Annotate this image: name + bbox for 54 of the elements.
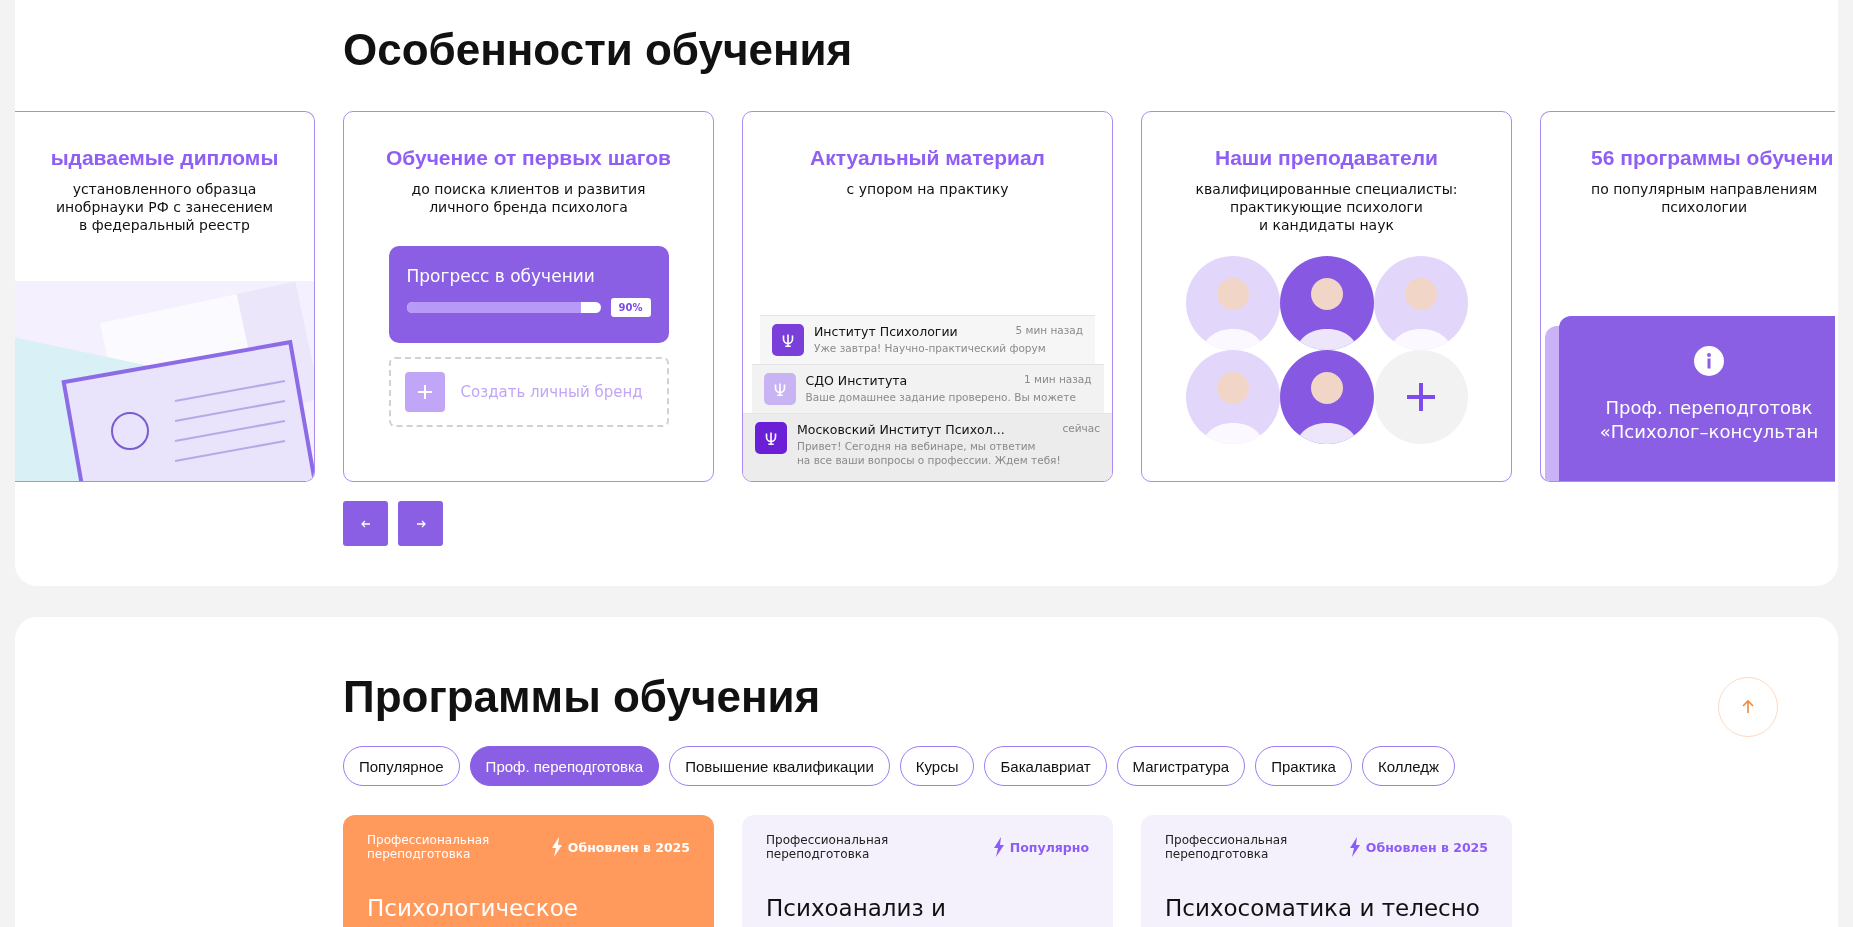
filter-tab[interactable]: Бакалавриат bbox=[984, 746, 1107, 786]
card-title: Обучение от первых шагов bbox=[385, 146, 672, 170]
filter-tab[interactable]: Магистратура bbox=[1116, 746, 1246, 786]
card-title: Актуальный материал bbox=[810, 146, 1045, 170]
lightning-icon bbox=[1348, 837, 1361, 857]
filter-tab[interactable]: Повышение квалификации bbox=[669, 746, 890, 786]
notification-time: 5 мин назад bbox=[1015, 324, 1083, 338]
section-heading: Программы обучения bbox=[343, 671, 821, 723]
info-icon bbox=[1694, 346, 1724, 376]
notification-message: Уже завтра! Научно-практический форум bbox=[814, 341, 1047, 355]
notification-message: Привет! Сегодня на вебинаре, мы ответим на все ваши вопросы о профессии. Ждем тебя! bbox=[797, 439, 1062, 467]
course-highlight-label: Обновлен в 2025 bbox=[550, 837, 690, 857]
card-title: 56 программы обучени bbox=[1591, 146, 1834, 170]
notification-message: Ваше домашнее задание проверено. Вы можете bbox=[805, 390, 1077, 404]
previous-button[interactable] bbox=[343, 501, 388, 546]
progress-label: Прогресс в обучении bbox=[406, 266, 596, 286]
notification-time: 1 мин назад bbox=[1023, 373, 1092, 387]
arrow-up-icon bbox=[1740, 699, 1756, 715]
course-title: Психоанализ и bbox=[766, 895, 947, 921]
course-card[interactable]: Профессиональная переподготовка Обновлен в 2025 Психосоматика и телесно bbox=[1141, 815, 1512, 927]
banner-text: Проф. переподготовк «Психолог–консультан bbox=[1599, 396, 1819, 444]
lightning-icon bbox=[550, 837, 563, 857]
filter-tab[interactable]: Практика bbox=[1255, 746, 1352, 786]
card-subtitle: квалифицированные специалисты: практикующие психологи и кандидаты наук bbox=[1195, 180, 1458, 234]
lightning-icon bbox=[992, 837, 1005, 857]
notification-sender: СДО Института bbox=[805, 373, 908, 388]
card-subtitle: с упором на практику bbox=[846, 180, 1009, 198]
progress-percent: 90% bbox=[610, 298, 651, 317]
course-category: Профессиональная переподготовка bbox=[766, 833, 890, 861]
card-title: ыдаваемые дипломы bbox=[50, 146, 279, 170]
course-card[interactable]: Профессиональная переподготовка Популярно Психоанализ и bbox=[742, 815, 1113, 927]
filter-tab[interactable]: Популярное bbox=[343, 746, 460, 786]
card-subtitle: по популярным направлениям психологии bbox=[1591, 180, 1818, 216]
card-subtitle: установленного образца инобрнауки РФ с занесением в федеральный реестр bbox=[56, 180, 273, 234]
notification-time: сейчас bbox=[1062, 422, 1100, 436]
app-icon bbox=[772, 324, 804, 356]
card-subtitle: до поиска клиентов и развития личного бренда психолога bbox=[411, 180, 646, 216]
course-category: Профессиональная переподготовка bbox=[1165, 833, 1289, 861]
filter-tab[interactable]: Проф. переподготовка bbox=[469, 746, 660, 786]
plus-icon bbox=[404, 372, 445, 412]
section-heading: Особенности обучения bbox=[343, 24, 854, 76]
course-title: Психосоматика и телесно bbox=[1165, 895, 1481, 921]
notification-sender: Институт Психологии bbox=[814, 324, 958, 339]
app-icon bbox=[763, 373, 796, 405]
course-title: Психологическое bbox=[367, 895, 579, 921]
next-button[interactable] bbox=[398, 501, 443, 546]
filter-tab[interactable]: Колледж bbox=[1361, 746, 1455, 786]
filter-tab[interactable]: Курсы bbox=[899, 746, 975, 786]
course-highlight-label: Популярно bbox=[992, 837, 1089, 857]
notification-sender: Московский Институт Психол... bbox=[797, 422, 1005, 437]
course-highlight-label: Обновлен в 2025 bbox=[1348, 837, 1488, 857]
card-title: Наши преподаватели bbox=[1214, 146, 1439, 170]
course-category: Профессиональная переподготовка bbox=[367, 833, 491, 861]
app-icon bbox=[755, 422, 787, 454]
